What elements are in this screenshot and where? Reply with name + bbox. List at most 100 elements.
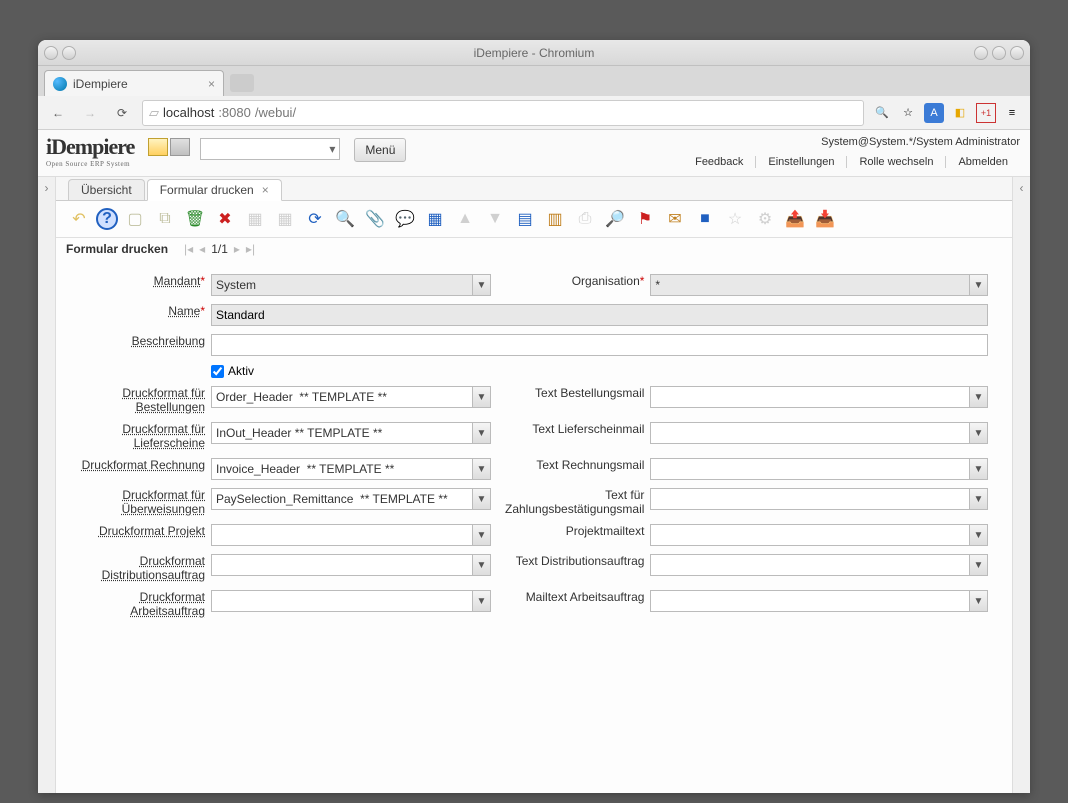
report-icon[interactable]: ▤ xyxy=(512,207,538,231)
tab-overview[interactable]: Übersicht xyxy=(68,179,145,200)
name-input[interactable] xyxy=(211,304,988,326)
window-maximize-icon[interactable] xyxy=(992,46,1006,60)
left-2-input[interactable] xyxy=(211,458,473,480)
link-settings[interactable]: Einstellungen xyxy=(755,156,846,168)
process-icon[interactable]: ⚙ xyxy=(752,207,778,231)
close-icon[interactable]: × xyxy=(208,77,215,91)
chrome-menu-icon[interactable]: ≡ xyxy=(1002,103,1022,123)
chevron-down-icon[interactable]: ▼ xyxy=(970,274,988,296)
mandant-input[interactable] xyxy=(211,274,473,296)
first-icon[interactable]: |◂ xyxy=(184,242,193,256)
chevron-down-icon[interactable]: ▼ xyxy=(473,458,491,480)
left-5-input[interactable] xyxy=(211,554,473,576)
bookmark-icon[interactable]: ☆ xyxy=(898,103,918,123)
back-button[interactable]: ← xyxy=(46,101,70,125)
right-3-input[interactable] xyxy=(650,488,970,510)
find-icon[interactable]: 🔍 xyxy=(332,207,358,231)
quick-search-input[interactable]: ▾ xyxy=(200,138,340,160)
window-menu-icon[interactable] xyxy=(44,46,58,60)
help-icon[interactable]: ? xyxy=(96,208,118,230)
new-tab-button[interactable] xyxy=(230,74,254,92)
extension-icon[interactable]: ◧ xyxy=(950,103,970,123)
grid-icon[interactable]: ▦ xyxy=(422,207,448,231)
organisation-input[interactable] xyxy=(650,274,970,296)
right-5-input[interactable] xyxy=(650,554,970,576)
new-icon[interactable]: ▢ xyxy=(122,207,148,231)
chevron-down-icon[interactable]: ▼ xyxy=(970,488,988,510)
translate-icon[interactable]: A xyxy=(924,103,944,123)
tab-formular-drucken[interactable]: Formular drucken× xyxy=(147,179,282,201)
chevron-down-icon[interactable]: ▼ xyxy=(970,422,988,444)
right-4-input[interactable] xyxy=(650,524,970,546)
chevron-down-icon[interactable]: ▼ xyxy=(473,274,491,296)
down-icon[interactable]: ▼ xyxy=(482,207,508,231)
link-switch-role[interactable]: Rolle wechseln xyxy=(846,156,945,168)
right-2-input[interactable] xyxy=(650,458,970,480)
chevron-down-icon[interactable]: ▼ xyxy=(970,458,988,480)
menu-button[interactable]: Menü xyxy=(354,138,406,162)
saveall-icon[interactable]: ▦ xyxy=(272,207,298,231)
zoom-icon[interactable]: 🔍 xyxy=(872,103,892,123)
browser-tab[interactable]: iDempiere × xyxy=(44,70,224,96)
left-1-input[interactable] xyxy=(211,422,473,444)
delete-red-icon[interactable]: ✖ xyxy=(212,207,238,231)
chevron-down-icon[interactable]: ▼ xyxy=(473,422,491,444)
chevron-down-icon[interactable]: ▼ xyxy=(970,524,988,546)
chevron-down-icon[interactable]: ▼ xyxy=(473,590,491,612)
fav-icon[interactable]: ☆ xyxy=(722,207,748,231)
chat-icon[interactable]: 💬 xyxy=(392,207,418,231)
import-icon[interactable]: 📥 xyxy=(812,207,838,231)
close-icon[interactable]: × xyxy=(262,183,269,197)
field-label: Beschreibung xyxy=(132,334,205,348)
url-input[interactable]: ▱ localhost:8080/webui/ xyxy=(142,100,864,126)
refresh-icon[interactable]: ⟳ xyxy=(302,207,328,231)
last-icon[interactable]: ▸| xyxy=(246,242,255,256)
up-icon[interactable]: ▲ xyxy=(452,207,478,231)
product-icon[interactable]: ■ xyxy=(692,207,718,231)
attach-icon[interactable]: 📎 xyxy=(362,207,388,231)
left-4-input[interactable] xyxy=(211,524,473,546)
sidebar-left-toggle[interactable]: › xyxy=(38,177,56,793)
request-icon[interactable]: ✉ xyxy=(662,207,688,231)
archive-icon[interactable]: ▥ xyxy=(542,207,568,231)
save-icon[interactable]: ▦ xyxy=(242,207,268,231)
left-0-input[interactable] xyxy=(211,386,473,408)
right-6-input[interactable] xyxy=(650,590,970,612)
forward-button[interactable]: → xyxy=(78,101,102,125)
chevron-down-icon[interactable]: ▼ xyxy=(970,590,988,612)
chevron-down-icon[interactable]: ▼ xyxy=(473,488,491,510)
breadcrumb-title: Formular drucken xyxy=(66,242,168,256)
prev-icon[interactable]: ◂ xyxy=(199,242,205,256)
window-list-icon[interactable] xyxy=(170,138,190,156)
toolbar: ↶?▢⧉🗑✖▦▦⟳🔍📎💬▦▲▼▤▥⎙🔎⚑✉■☆⚙📤📥 xyxy=(56,201,1012,238)
right-0-input[interactable] xyxy=(650,386,970,408)
export-icon[interactable]: 📤 xyxy=(782,207,808,231)
chevron-down-icon[interactable]: ▼ xyxy=(970,554,988,576)
link-logout[interactable]: Abmelden xyxy=(945,156,1020,168)
print-icon[interactable]: ⎙ xyxy=(572,207,598,231)
zoom-icon[interactable]: 🔎 xyxy=(602,207,628,231)
delete-icon[interactable]: 🗑 xyxy=(182,207,208,231)
gplus-icon[interactable]: +1 xyxy=(976,103,996,123)
undo-icon[interactable]: ↶ xyxy=(66,207,92,231)
window-minimize-icon[interactable] xyxy=(974,46,988,60)
left-3-input[interactable] xyxy=(211,488,473,510)
window-close-icon[interactable] xyxy=(1010,46,1024,60)
field-label: Druckformat für Lieferscheine xyxy=(122,422,205,450)
reload-button[interactable]: ⟳ xyxy=(110,101,134,125)
active-wf-icon[interactable]: ⚑ xyxy=(632,207,658,231)
beschreibung-input[interactable] xyxy=(211,334,988,356)
link-feedback[interactable]: Feedback xyxy=(683,156,755,168)
chevron-down-icon[interactable]: ▼ xyxy=(473,554,491,576)
window-pin-icon[interactable] xyxy=(62,46,76,60)
right-1-input[interactable] xyxy=(650,422,970,444)
copy-icon[interactable]: ⧉ xyxy=(152,207,178,231)
left-6-input[interactable] xyxy=(211,590,473,612)
chevron-down-icon[interactable]: ▼ xyxy=(473,386,491,408)
chevron-down-icon[interactable]: ▼ xyxy=(970,386,988,408)
new-window-icon[interactable] xyxy=(148,138,168,156)
sidebar-right-toggle[interactable]: ‹ xyxy=(1012,177,1030,793)
aktiv-checkbox[interactable] xyxy=(211,365,224,378)
next-icon[interactable]: ▸ xyxy=(234,242,240,256)
chevron-down-icon[interactable]: ▼ xyxy=(473,524,491,546)
